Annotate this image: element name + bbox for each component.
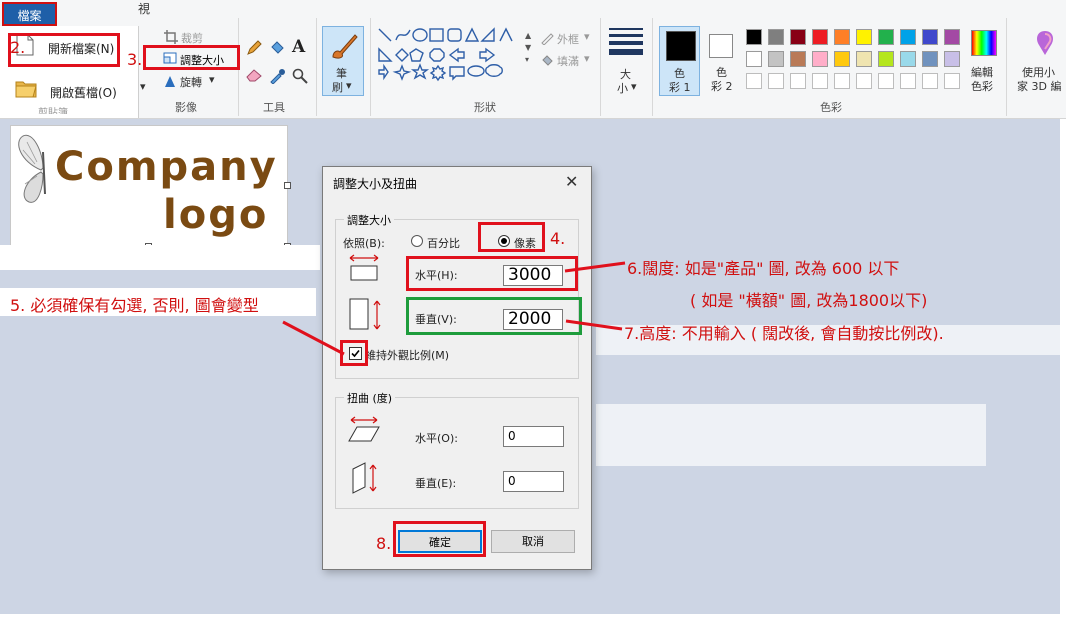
step8-label: 8.: [376, 534, 392, 553]
step2-label: 2.: [10, 38, 26, 57]
step7-label: 7.高度: 不用輸入 ( 闊改後, 會自動按比例改).: [624, 324, 944, 343]
step3-label: 3.: [127, 50, 143, 69]
step5-label: 5. 必須確保有勾選, 否則, 圖會變型: [10, 296, 259, 315]
step6-line1: 6.闊度: 如是"產品" 圖, 改為 600 以下: [627, 259, 900, 278]
step4-label: 4.: [550, 229, 566, 248]
step6-line2: ( 如是 "橫額" 圖, 改為1800以下): [690, 291, 928, 310]
